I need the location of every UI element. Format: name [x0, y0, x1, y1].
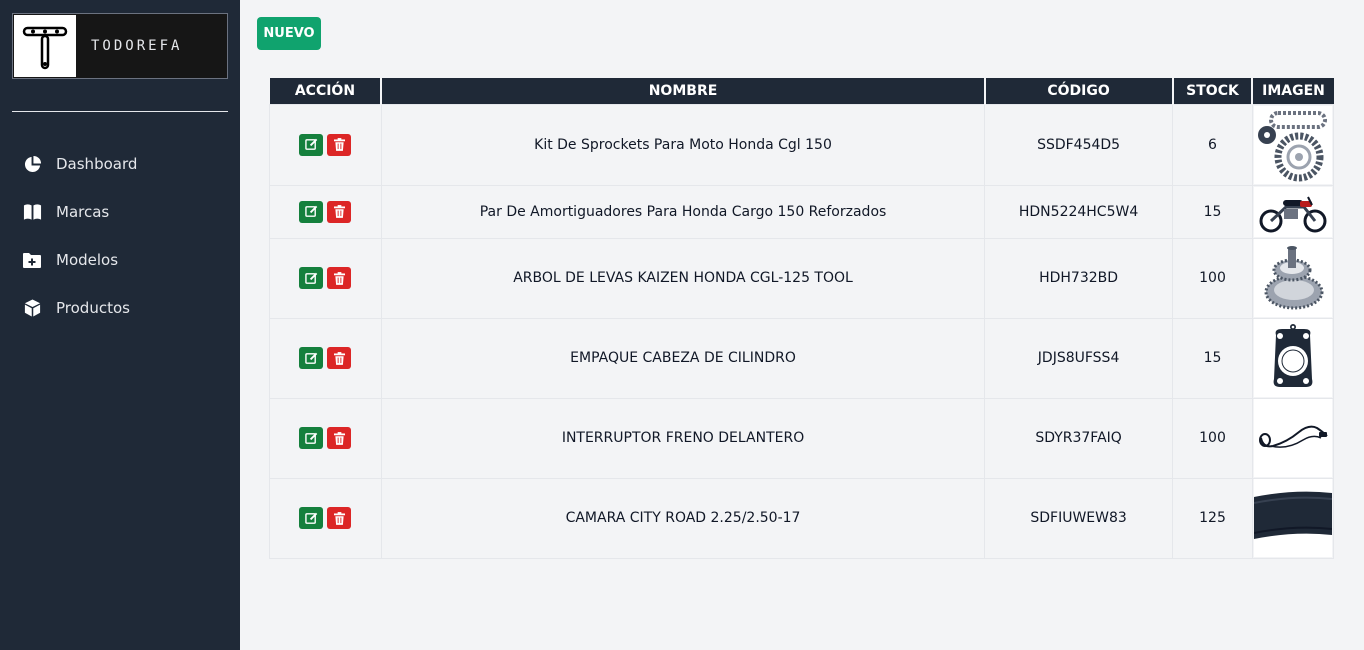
sidebar-item-modelos[interactable]: Modelos	[0, 236, 240, 284]
product-code-cell: HDH732BD	[984, 237, 1174, 319]
brand-name: TODOREFA	[91, 38, 183, 54]
table-row: INTERRUPTOR FRENO DELANTERO SDYR37FAIQ 1…	[269, 397, 1335, 479]
product-name-cell: CAMARA CITY ROAD 2.25/2.50-17	[380, 477, 986, 559]
column-header-action: ACCIÓN	[269, 78, 382, 104]
edit-icon	[305, 272, 318, 284]
sidebar: TODOREFA Dashboard Marcas Modelos Produc	[0, 0, 240, 650]
edit-button[interactable]	[299, 267, 324, 289]
brand-logo[interactable]: TODOREFA	[12, 13, 228, 79]
product-name-cell: EMPAQUE CABEZA DE CILINDRO	[380, 317, 986, 399]
product-image-cell	[1251, 237, 1335, 319]
product-stock-cell: 6	[1172, 103, 1253, 186]
sidebar-item-marcas[interactable]: Marcas	[0, 188, 240, 236]
product-stock-cell: 100	[1172, 397, 1253, 479]
sidebar-item-dashboard[interactable]: Dashboard	[0, 140, 240, 188]
product-stock-cell: 15	[1172, 317, 1253, 399]
camshaft-gear-image	[1253, 239, 1332, 317]
table-header-row: ACCIÓN NOMBRE CÓDIGO STOCK IMAGEN	[269, 78, 1334, 104]
pie-chart-icon	[22, 154, 42, 174]
column-header-stock: STOCK	[1171, 78, 1253, 104]
trash-icon	[333, 511, 345, 525]
product-code-cell: SDYR37FAIQ	[984, 397, 1174, 479]
action-cell	[269, 237, 382, 319]
cylinder-gasket-image	[1253, 319, 1332, 397]
brake-switch-cable-image	[1253, 399, 1332, 477]
product-name-cell: Par De Amortiguadores Para Honda Cargo 1…	[380, 184, 986, 239]
edit-icon	[305, 138, 318, 150]
trash-icon	[333, 271, 345, 285]
edit-button[interactable]	[299, 507, 324, 529]
edit-button[interactable]	[299, 347, 324, 369]
action-cell	[269, 397, 382, 479]
product-name-cell: INTERRUPTOR FRENO DELANTERO	[380, 397, 986, 479]
column-header-code: CÓDIGO	[983, 78, 1173, 104]
book-icon	[22, 202, 42, 222]
box-icon	[22, 298, 42, 318]
new-product-button[interactable]: NUEVO	[257, 17, 321, 50]
edit-icon	[305, 352, 318, 364]
column-header-name: NOMBRE	[380, 78, 985, 104]
edit-button[interactable]	[299, 200, 324, 223]
edit-icon	[305, 432, 318, 444]
logo-mark	[14, 15, 76, 77]
trash-icon	[333, 431, 345, 445]
edit-icon	[305, 205, 318, 217]
table-row: Kit De Sprockets Para Moto Honda Cgl 150…	[269, 103, 1335, 186]
delete-button[interactable]	[327, 200, 352, 223]
table-row: ARBOL DE LEVAS KAIZEN HONDA CGL-125 TOOL…	[269, 237, 1335, 319]
delete-button[interactable]	[327, 427, 352, 449]
delete-button[interactable]	[327, 347, 352, 369]
action-cell	[269, 477, 382, 559]
trash-icon	[333, 351, 345, 365]
table-row: EMPAQUE CABEZA DE CILINDRO JDJS8UFSS4 15	[269, 317, 1335, 399]
sidebar-item-label: Modelos	[56, 251, 119, 269]
sprocket-kit-image	[1253, 105, 1332, 184]
product-name-cell: ARBOL DE LEVAS KAIZEN HONDA CGL-125 TOOL	[380, 237, 986, 319]
folder-plus-icon	[22, 250, 42, 270]
product-code-cell: SDFIUWEW83	[984, 477, 1174, 559]
column-header-image: IMAGEN	[1251, 78, 1334, 104]
inner-tube-image	[1253, 479, 1332, 557]
edit-button[interactable]	[299, 133, 324, 156]
product-stock-cell: 15	[1172, 184, 1253, 239]
sidebar-item-label: Productos	[56, 299, 130, 317]
sidebar-item-label: Dashboard	[56, 155, 138, 173]
product-image-cell	[1251, 477, 1335, 559]
action-cell	[269, 184, 382, 239]
sidebar-item-label: Marcas	[56, 203, 110, 221]
product-code-cell: JDJS8UFSS4	[984, 317, 1174, 399]
products-table: ACCIÓN NOMBRE CÓDIGO STOCK IMAGEN Kit De…	[269, 78, 1335, 559]
edit-button[interactable]	[299, 427, 324, 449]
sidebar-item-productos[interactable]: Productos	[0, 284, 240, 332]
product-stock-cell: 100	[1172, 237, 1253, 319]
product-image-cell	[1251, 103, 1335, 186]
delete-button[interactable]	[327, 507, 352, 529]
product-stock-cell: 125	[1172, 477, 1253, 559]
table-row: CAMARA CITY ROAD 2.25/2.50-17 SDFIUWEW83…	[269, 477, 1335, 559]
action-cell	[269, 317, 382, 399]
product-image-cell	[1251, 317, 1335, 399]
delete-button[interactable]	[327, 267, 352, 289]
edit-icon	[305, 512, 318, 524]
product-code-cell: HDN5224HC5W4	[984, 184, 1174, 239]
trash-icon	[333, 205, 345, 218]
table-row: Par De Amortiguadores Para Honda Cargo 1…	[269, 184, 1335, 239]
product-code-cell: SSDF454D5	[984, 103, 1174, 186]
sidebar-nav: Dashboard Marcas Modelos Productos	[0, 140, 240, 332]
trash-icon	[333, 138, 345, 151]
product-name-cell: Kit De Sprockets Para Moto Honda Cgl 150	[380, 103, 986, 186]
delete-button[interactable]	[327, 133, 352, 156]
action-cell	[269, 103, 382, 186]
sidebar-divider	[12, 111, 228, 112]
motorcycle-image	[1253, 186, 1332, 237]
product-image-cell	[1251, 184, 1335, 239]
product-image-cell	[1251, 397, 1335, 479]
